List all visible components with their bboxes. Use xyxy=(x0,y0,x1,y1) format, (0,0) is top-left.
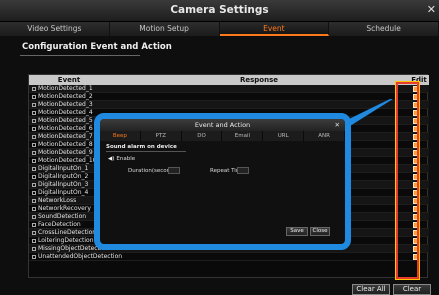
clear-all-button[interactable]: Clear All xyxy=(352,284,390,295)
event-name: FaceDetection xyxy=(38,221,81,228)
speaker-icon: ◀) xyxy=(108,156,115,162)
event-name: CrossLineDetection xyxy=(38,229,97,236)
event-action-dialog: Event and Action ✕ Beep PTZ DO Email URL… xyxy=(94,113,351,250)
enable-label: Enable xyxy=(116,156,136,162)
tab-motion-setup[interactable]: Motion Setup xyxy=(109,22,220,36)
row-checkbox[interactable] xyxy=(32,222,36,227)
row-checkbox[interactable] xyxy=(32,190,36,195)
dialog-close-button[interactable]: Close xyxy=(310,227,330,236)
event-name: MotionDetected_8 xyxy=(38,141,93,148)
row-checkbox[interactable] xyxy=(32,158,36,163)
event-name: NetworkRecovery xyxy=(38,205,91,212)
duration-input[interactable] xyxy=(168,167,180,174)
row-checkbox[interactable] xyxy=(32,126,36,131)
row-checkbox[interactable] xyxy=(32,118,36,123)
tab-schedule[interactable]: Schedule xyxy=(329,22,439,36)
table-row: MotionDetected_2 xyxy=(29,93,429,101)
event-name: LoiteringDetection xyxy=(38,237,94,244)
row-checkbox[interactable] xyxy=(32,86,36,91)
event-name: DigitalInputOn_2 xyxy=(38,173,89,180)
row-checkbox[interactable] xyxy=(32,174,36,179)
row-checkbox[interactable] xyxy=(32,150,36,155)
row-checkbox[interactable] xyxy=(32,230,36,235)
tab-video-settings[interactable]: Video Settings xyxy=(0,22,110,36)
dialog-tab-beep[interactable]: Beep xyxy=(100,131,141,141)
row-checkbox[interactable] xyxy=(32,246,36,251)
row-checkbox[interactable] xyxy=(32,198,36,203)
close-icon[interactable]: ✕ xyxy=(427,3,436,16)
event-name: MotionDetected_5 xyxy=(38,117,93,124)
row-checkbox[interactable] xyxy=(32,166,36,171)
dialog-tab-do[interactable]: DO xyxy=(182,131,223,141)
row-checkbox[interactable] xyxy=(32,206,36,211)
event-name: MotionDetected_2 xyxy=(38,93,93,100)
event-name: NetworkLoss xyxy=(38,197,77,204)
row-checkbox[interactable] xyxy=(32,182,36,187)
event-name: DigitalInputOn_3 xyxy=(38,181,89,188)
edit-column-highlight xyxy=(395,81,420,280)
row-checkbox[interactable] xyxy=(32,102,36,107)
table-row: UnattendedObjectDetection xyxy=(29,253,429,261)
repeat-times-input[interactable] xyxy=(237,167,249,174)
section-title: Configuration Event and Action xyxy=(22,42,172,52)
event-name: MotionDetected_9 xyxy=(38,149,93,156)
row-checkbox[interactable] xyxy=(32,238,36,243)
event-name: DigitalInputOn_4 xyxy=(38,189,89,196)
section-divider xyxy=(20,55,140,56)
row-checkbox[interactable] xyxy=(32,110,36,115)
table-row: MotionDetected_3 xyxy=(29,101,429,109)
clear-button[interactable]: Clear xyxy=(393,284,431,295)
dialog-close-icon[interactable]: ✕ xyxy=(335,119,340,131)
dialog-tab-email[interactable]: Email xyxy=(222,131,264,141)
row-checkbox[interactable] xyxy=(32,142,36,147)
dialog-section-divider xyxy=(106,151,186,152)
settings-tabs: Video Settings Motion Setup Event Schedu… xyxy=(0,22,439,36)
dialog-tab-ptz[interactable]: PTZ xyxy=(141,131,182,141)
row-checkbox[interactable] xyxy=(32,254,36,259)
dialog-tab-url[interactable]: URL xyxy=(263,131,305,141)
dialog-section-title: Sound alarm on device xyxy=(106,144,177,150)
window-title: Camera Settings xyxy=(170,4,269,16)
event-name: MotionDetected_7 xyxy=(38,133,93,140)
event-name: MotionDetected_6 xyxy=(38,125,93,132)
table-header: Event Response Edit xyxy=(29,75,429,85)
column-header-response: Response xyxy=(239,76,279,84)
dialog-tab-anr[interactable]: ANR xyxy=(304,131,345,141)
event-name: MotionDetected_3 xyxy=(38,101,93,108)
row-checkbox[interactable] xyxy=(32,94,36,99)
column-header-event: Event xyxy=(57,76,81,84)
tab-event[interactable]: Event xyxy=(219,22,330,36)
event-name: DigitalInputOn_1 xyxy=(38,165,89,172)
window-titlebar: Camera Settings ✕ xyxy=(0,0,439,22)
row-checkbox[interactable] xyxy=(32,134,36,139)
dialog-title: Event and Action xyxy=(100,119,345,131)
row-checkbox[interactable] xyxy=(32,214,36,219)
event-name: MotionDetected_4 xyxy=(38,109,93,116)
table-row: MotionDetected_1 xyxy=(29,85,429,93)
dialog-tabs: Beep PTZ DO Email URL ANR xyxy=(100,131,345,141)
event-name: MotionDetected_10 xyxy=(38,157,97,164)
enable-checkbox[interactable]: ◀) Enable xyxy=(108,156,135,162)
event-name: UnattendedObjectDetection xyxy=(38,253,123,260)
event-name: MotionDetected_1 xyxy=(38,85,93,92)
dialog-save-button[interactable]: Save xyxy=(286,227,308,236)
event-name: SoundDetection xyxy=(38,213,87,220)
